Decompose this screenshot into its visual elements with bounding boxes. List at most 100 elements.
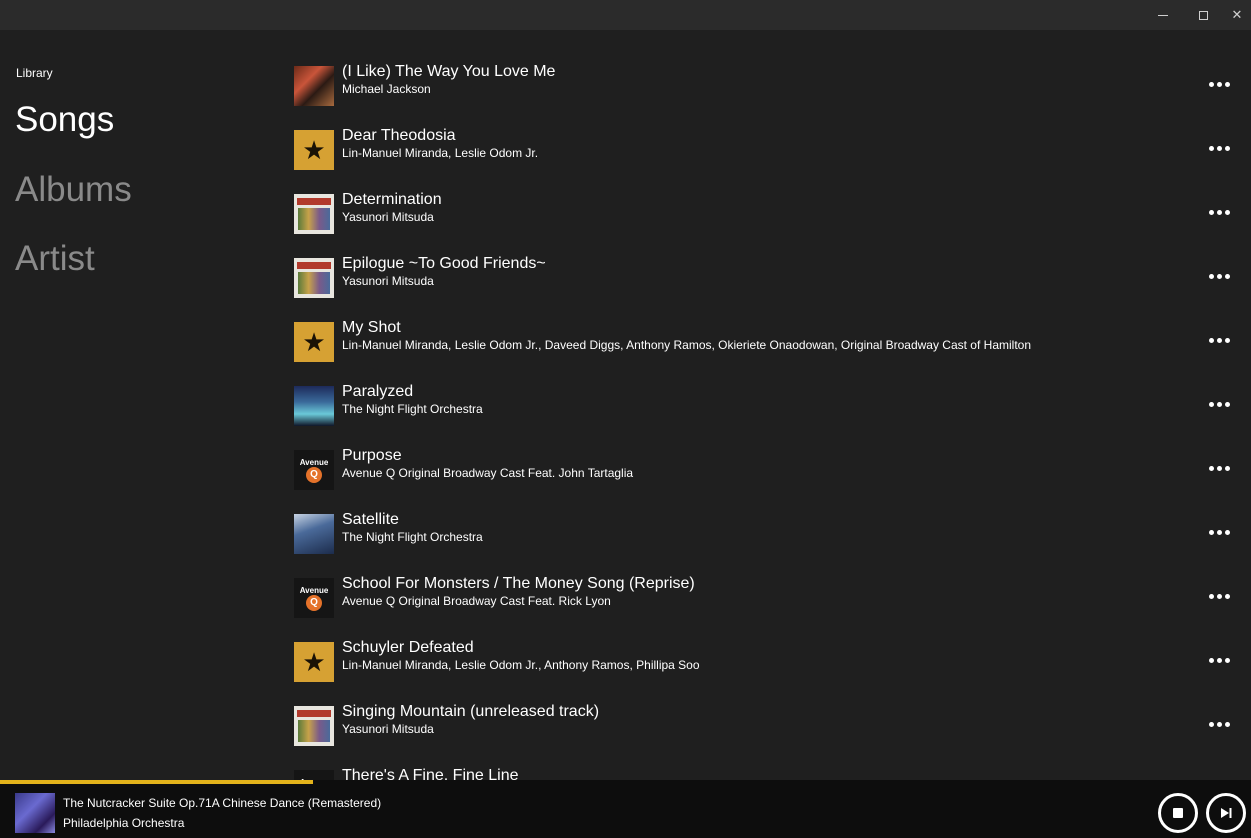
song-row[interactable]: Avenue Q Purpose Avenue Q Original Broadway… (280, 446, 1251, 510)
song-row[interactable]: ★ My Shot Lin-Manuel Miranda, Leslie Odom … (280, 318, 1251, 382)
song-artist: Michael Jackson (342, 82, 431, 96)
song-artist: The Night Flight Orchestra (342, 402, 483, 416)
stop-icon (1173, 808, 1183, 818)
more-options-button[interactable] (1201, 650, 1237, 670)
nav-albums[interactable]: Albums (15, 170, 132, 210)
album-art (294, 194, 334, 234)
more-dots-icon (1216, 273, 1222, 279)
skip-next-button[interactable] (1206, 793, 1246, 833)
now-playing-bar: The Nutcracker Suite Op.71A Chinese Danc… (0, 780, 1251, 838)
song-title: Determination (342, 191, 442, 208)
art-band (297, 262, 331, 269)
song-title: There's A Fine, Fine Line (342, 767, 519, 780)
more-dots-icon (1208, 209, 1214, 215)
more-dots-icon (1208, 145, 1214, 151)
more-dots-icon (1208, 529, 1214, 535)
more-dots-icon (1208, 657, 1214, 663)
art-wordmark: Avenue (299, 457, 329, 467)
album-art: AvenueQ (294, 450, 334, 490)
more-dots-icon (1208, 81, 1214, 87)
more-dots-icon (1216, 209, 1222, 215)
more-options-button[interactable] (1201, 202, 1237, 222)
more-options-button[interactable] (1201, 330, 1237, 350)
stop-button[interactable] (1158, 793, 1198, 833)
song-title: School For Monsters / The Money Song (Re… (342, 575, 695, 592)
star-icon: ★ (302, 135, 326, 165)
more-options-button[interactable] (1201, 522, 1237, 542)
more-options-button[interactable] (1201, 714, 1237, 734)
album-art: ★ (294, 322, 334, 362)
song-title: My Shot (342, 319, 401, 336)
more-dots-icon (1224, 465, 1230, 471)
song-artist: The Night Flight Orchestra (342, 530, 483, 544)
minimize-icon (1158, 14, 1168, 16)
more-dots-icon (1224, 401, 1230, 407)
song-row[interactable]: (I Like) The Way You Love Me Michael Jack… (280, 62, 1251, 126)
song-title: Satellite (342, 511, 399, 528)
maximize-button[interactable] (1183, 0, 1223, 30)
more-dots-icon (1216, 337, 1222, 343)
song-row[interactable]: Epilogue ~To Good Friends~ Yasunori Mitsu… (280, 254, 1251, 318)
more-dots-icon (1224, 721, 1230, 727)
more-dots-icon (1224, 593, 1230, 599)
more-dots-icon (1216, 721, 1222, 727)
more-dots-icon (1208, 721, 1214, 727)
song-row[interactable]: Singing Mountain (unreleased track) Yasun… (280, 702, 1251, 766)
more-dots-icon (1208, 593, 1214, 599)
more-dots-icon (1208, 401, 1214, 407)
art-band (298, 720, 330, 742)
song-row[interactable]: Determination Yasunori Mitsuda (280, 190, 1251, 254)
song-title: Dear Theodosia (342, 127, 456, 144)
more-dots-icon (1208, 465, 1214, 471)
album-art: AvenueQ (294, 578, 334, 618)
more-dots-icon (1224, 81, 1230, 87)
art-band (297, 710, 331, 717)
song-artist: Avenue Q Original Broadway Cast Feat. Ri… (342, 594, 611, 608)
song-artist: Lin-Manuel Miranda, Leslie Odom Jr. (342, 146, 539, 160)
title-bar: ✕ (0, 0, 1251, 30)
song-row[interactable]: Paralyzed The Night Flight Orchestra (280, 382, 1251, 446)
close-button[interactable]: ✕ (1223, 0, 1251, 30)
more-options-button[interactable] (1201, 266, 1237, 286)
more-dots-icon (1224, 337, 1230, 343)
more-dots-icon (1224, 145, 1230, 151)
song-row[interactable]: Satellite The Night Flight Orchestra (280, 510, 1251, 574)
progress-bar[interactable] (0, 780, 1251, 784)
now-playing-album-art (15, 793, 55, 833)
progress-fill (0, 780, 313, 784)
more-options-button[interactable] (1201, 74, 1237, 94)
song-row[interactable]: ★ Dear Theodosia Lin-Manuel Miranda, Lesli… (280, 126, 1251, 190)
more-options-button[interactable] (1201, 458, 1237, 478)
art-wordmark: Q (306, 466, 322, 483)
more-dots-icon (1224, 657, 1230, 663)
song-row[interactable]: AvenueQ There's A Fine, Fine Line (280, 766, 1251, 780)
nav-artist[interactable]: Artist (15, 239, 95, 279)
more-options-button[interactable] (1201, 586, 1237, 606)
song-title: (I Like) The Way You Love Me (342, 63, 556, 80)
sidebar: Library Songs Albums Artist (0, 30, 280, 780)
song-artist: Lin-Manuel Miranda, Leslie Odom Jr., Ant… (342, 658, 700, 672)
library-heading: Library (16, 66, 53, 80)
song-row[interactable]: ★ Schuyler Defeated Lin-Manuel Miranda, Le… (280, 638, 1251, 702)
more-dots-icon (1224, 209, 1230, 215)
song-title: Schuyler Defeated (342, 639, 474, 656)
more-dots-icon (1216, 401, 1222, 407)
song-artist: Yasunori Mitsuda (342, 722, 434, 736)
more-dots-icon (1208, 337, 1214, 343)
song-row[interactable]: Avenue Q School For Monsters / The Money S… (280, 574, 1251, 638)
more-dots-icon (1224, 273, 1230, 279)
song-artist: Yasunori Mitsuda (342, 210, 434, 224)
album-art (294, 514, 334, 554)
nav-songs[interactable]: Songs (15, 100, 114, 140)
more-dots-icon (1216, 529, 1222, 535)
more-options-button[interactable] (1201, 394, 1237, 414)
star-icon: ★ (302, 327, 326, 357)
more-dots-icon (1216, 145, 1222, 151)
minimize-button[interactable] (1143, 0, 1183, 30)
more-dots-icon (1216, 465, 1222, 471)
album-art: ★ (294, 642, 334, 682)
more-options-button[interactable] (1201, 138, 1237, 158)
more-dots-icon (1208, 273, 1214, 279)
skip-next-icon (1221, 808, 1232, 818)
song-title: Epilogue ~To Good Friends~ (342, 255, 546, 272)
